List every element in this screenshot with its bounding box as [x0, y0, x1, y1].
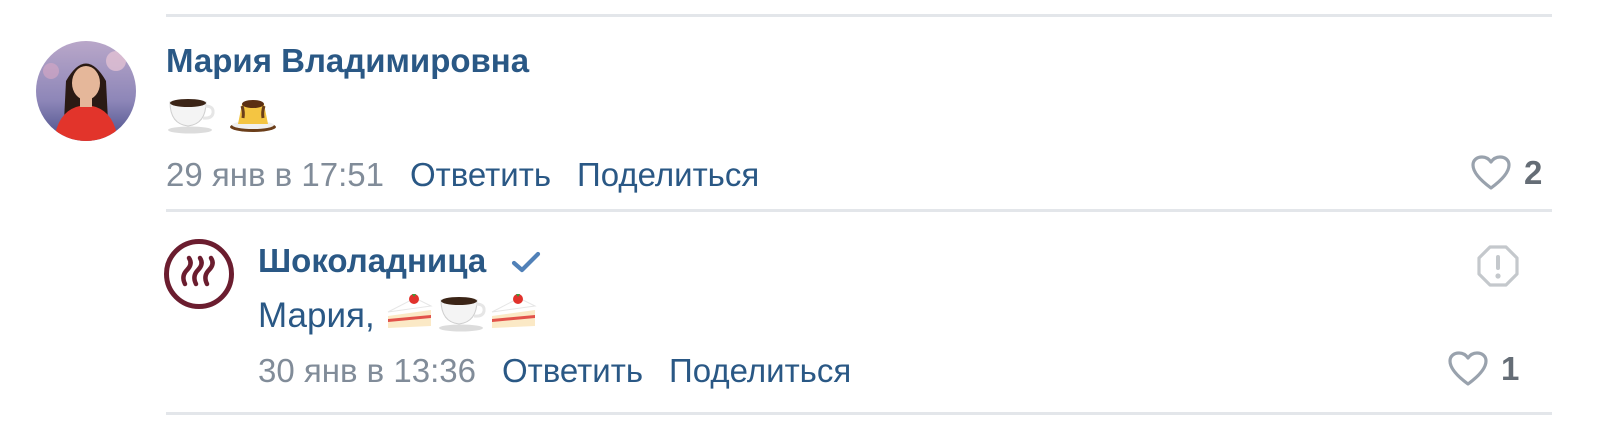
divider-bottom [166, 412, 1552, 415]
heart-icon [1471, 155, 1511, 190]
comment-text [166, 96, 278, 140]
comments-thread: Мария Владимировна 29 янв в 17:51 Ответи… [0, 0, 1600, 437]
report-icon[interactable] [1476, 244, 1520, 293]
heart-icon [1448, 351, 1488, 386]
comment-text: Мария, [258, 292, 539, 341]
comment-date[interactable]: 30 янв в 13:36 [258, 352, 476, 390]
coffee-cup-emoji [437, 292, 487, 341]
brand-avatar[interactable] [163, 238, 235, 310]
like-button[interactable]: 1 [1447, 350, 1519, 388]
comment-date[interactable]: 29 янв в 17:51 [166, 156, 384, 194]
cake-slice-emoji [385, 292, 435, 341]
share-button[interactable]: Поделиться [669, 352, 851, 390]
verified-icon [511, 244, 541, 282]
author-name: Шоколадница [258, 242, 541, 282]
reply-button[interactable]: Ответить [502, 352, 643, 390]
divider-top [166, 14, 1552, 17]
divider-middle [166, 209, 1552, 212]
mention-link[interactable]: Мария, [258, 296, 375, 336]
like-button[interactable]: 2 [1470, 154, 1542, 192]
cake-slice-emoji [489, 292, 539, 341]
author-name[interactable]: Мария Владимировна [166, 42, 529, 80]
share-button[interactable]: Поделиться [577, 156, 759, 194]
comment-meta: 29 янв в 17:51 Ответить Поделиться [166, 156, 759, 194]
like-count: 1 [1501, 350, 1520, 387]
avatar[interactable] [36, 41, 136, 141]
like-count: 2 [1524, 154, 1543, 191]
comment-meta: 30 янв в 13:36 Ответить Поделиться [258, 352, 851, 390]
author-link[interactable]: Шоколадница [258, 242, 486, 279]
reply-button[interactable]: Ответить [410, 156, 551, 194]
pudding-emoji [228, 94, 278, 143]
coffee-cup-emoji [166, 94, 216, 143]
